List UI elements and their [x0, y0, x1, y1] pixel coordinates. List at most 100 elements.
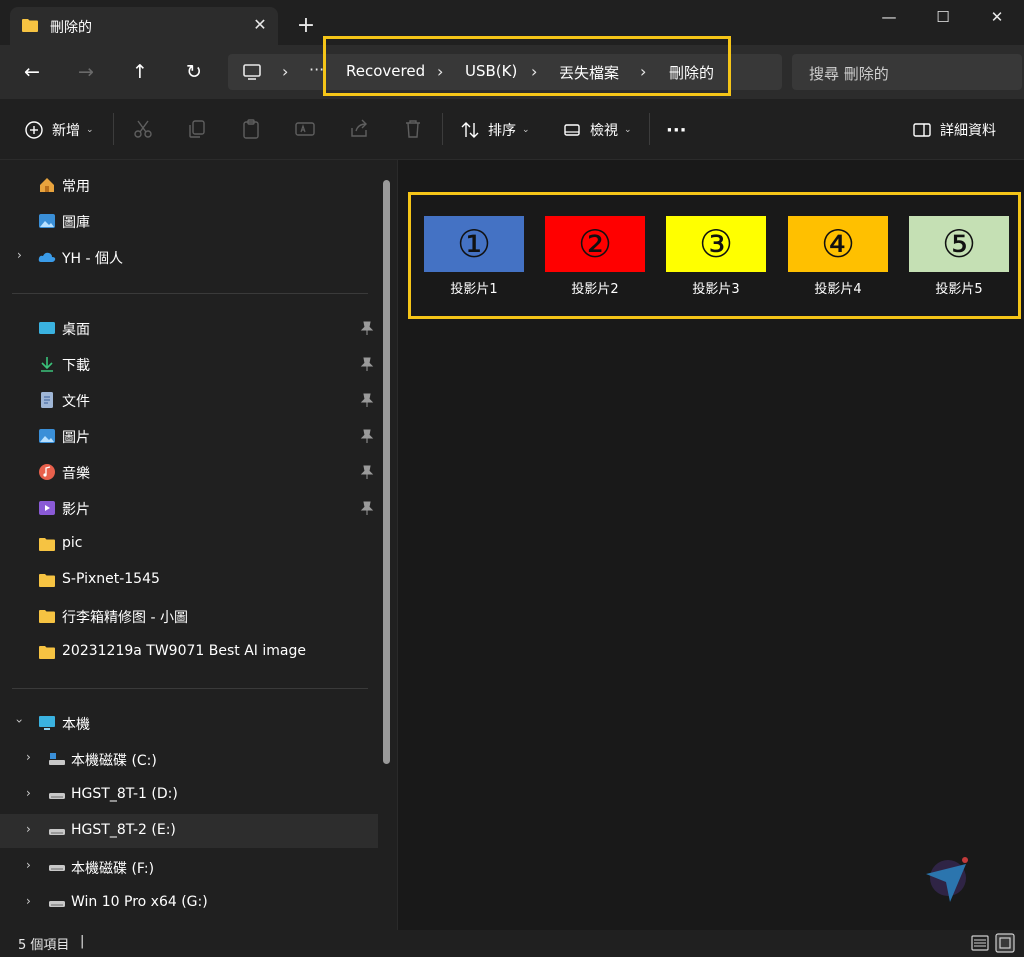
pin-icon[interactable]	[360, 464, 374, 480]
command-bar: 新增 ⌄ 排序 ⌄ 檢視 ⌄ ··· 詳細資料	[0, 99, 1024, 160]
plus-circle-icon	[25, 121, 43, 139]
sidebar-item-label: Win 10 Pro x64 (G:)	[71, 894, 208, 910]
folder-icon	[39, 538, 55, 551]
sidebar-item-this-pc[interactable]: › 本機	[0, 706, 378, 740]
sort-label: 排序	[488, 123, 516, 139]
up-button[interactable]: ↑	[127, 59, 153, 85]
maximize-button[interactable]: ☐	[916, 0, 970, 34]
back-button[interactable]: ←	[19, 59, 45, 85]
download-icon	[41, 357, 53, 372]
details-pane-button[interactable]: 詳細資料	[912, 118, 996, 142]
sidebar-item-downloads[interactable]: 下載	[0, 347, 378, 381]
gallery-icon	[39, 214, 55, 228]
sidebar-item-label: 音樂	[62, 466, 90, 482]
share-icon[interactable]	[348, 118, 370, 140]
watermark-logo	[926, 857, 968, 902]
file-item[interactable]: ⑤ 投影片5	[909, 216, 1009, 298]
sidebar-item-folder-pixnet[interactable]: S-Pixnet-1545	[0, 563, 378, 597]
pin-icon[interactable]	[360, 392, 374, 408]
sidebar-item-label: 文件	[62, 394, 90, 410]
sidebar-item-drive-f[interactable]: › 本機磁碟 (F:)	[0, 850, 378, 884]
toolbar-divider	[649, 113, 650, 145]
forward-button[interactable]: →	[73, 59, 99, 85]
pictures-icon	[39, 429, 55, 443]
sidebar-item-pictures[interactable]: 圖片	[0, 419, 378, 453]
more-options-button[interactable]: ···	[666, 118, 687, 142]
tab-close-button[interactable]: ✕	[248, 13, 272, 37]
file-item[interactable]: ② 投影片2	[545, 216, 645, 298]
drive-icon	[49, 829, 65, 835]
pin-icon[interactable]	[360, 356, 374, 372]
sort-button[interactable]: 排序 ⌄	[460, 118, 530, 142]
sidebar-item-label: HGST_8T-2 (E:)	[71, 822, 176, 838]
chevron-right-icon[interactable]: ›	[26, 786, 31, 800]
chevron-right-icon[interactable]: ›	[26, 858, 31, 872]
tab-active[interactable]: 刪除的 ✕	[10, 7, 278, 45]
sidebar-item-home[interactable]: 常用	[0, 168, 378, 202]
file-name: 投影片5	[935, 282, 983, 297]
sidebar-item-onedrive[interactable]: › YH - 個人	[0, 240, 378, 274]
chevron-down-icon: ⌄	[86, 125, 94, 135]
navigation-pane: 常用 圖庫 › YH - 個人 桌面 下載 文件 圖片 音樂 影片 pic S-…	[0, 160, 398, 930]
toolbar-divider	[113, 113, 114, 145]
pin-icon[interactable]	[360, 428, 374, 444]
large-icons-view-icon[interactable]	[995, 933, 1015, 953]
status-bar: 5 個項目 |	[0, 930, 1024, 957]
refresh-button[interactable]: ↻	[181, 59, 207, 85]
chevron-down-icon: ⌄	[522, 125, 530, 135]
chevron-right-icon[interactable]: ›	[26, 894, 31, 908]
drive-icon	[49, 901, 65, 907]
sidebar-item-label: 影片	[62, 502, 90, 518]
pin-icon[interactable]	[360, 320, 374, 336]
file-item[interactable]: ① 投影片1	[424, 216, 524, 298]
sidebar-item-label: 本機	[62, 717, 90, 733]
new-button[interactable]: 新增 ⌄	[24, 118, 94, 142]
sidebar-item-videos[interactable]: 影片	[0, 491, 378, 525]
file-name: 投影片2	[571, 282, 619, 297]
computer-icon	[39, 716, 55, 730]
videos-icon	[39, 501, 55, 515]
breadcrumb-separator: ›	[282, 62, 289, 81]
breadcrumb-highlight-box	[323, 36, 731, 96]
sidebar-scrollbar[interactable]	[383, 180, 390, 764]
sidebar-item-drive-d[interactable]: › HGST_8T-1 (D:)	[0, 778, 378, 812]
folder-icon	[39, 574, 55, 587]
file-thumbnail: ①	[424, 216, 524, 272]
drive-icon	[49, 793, 65, 799]
new-tab-button[interactable]: +	[292, 12, 320, 40]
sidebar-item-desktop[interactable]: 桌面	[0, 311, 378, 345]
chevron-down-icon[interactable]: ›	[12, 719, 26, 724]
onedrive-icon	[38, 252, 56, 262]
paste-icon[interactable]	[240, 118, 262, 140]
sidebar-item-label: 桌面	[62, 322, 90, 338]
minimize-button[interactable]: —	[862, 0, 916, 34]
chevron-right-icon[interactable]: ›	[26, 750, 31, 764]
sidebar-item-drive-c[interactable]: › 本機磁碟 (C:)	[0, 742, 378, 776]
close-window-button[interactable]: ✕	[970, 0, 1024, 34]
file-item[interactable]: ③ 投影片3	[666, 216, 766, 298]
search-box[interactable]: 搜尋 刪除的	[792, 54, 1022, 90]
view-button[interactable]: 檢視 ⌄	[562, 118, 632, 142]
sidebar-item-drive-e[interactable]: › HGST_8T-2 (E:)	[0, 814, 378, 848]
rename-icon[interactable]	[294, 118, 316, 140]
file-item[interactable]: ④ 投影片4	[788, 216, 888, 298]
chevron-right-icon[interactable]: ›	[17, 248, 22, 262]
details-view-icon[interactable]	[970, 933, 990, 953]
sidebar-item-music[interactable]: 音樂	[0, 455, 378, 489]
sidebar-item-folder-luggage[interactable]: 行李箱精修图 - 小圖	[0, 599, 378, 633]
copy-icon[interactable]	[186, 118, 208, 140]
sidebar-item-folder-pic[interactable]: pic	[0, 527, 378, 561]
sidebar-item-gallery[interactable]: 圖庫	[0, 204, 378, 238]
chevron-right-icon[interactable]: ›	[26, 822, 31, 836]
item-count: 5 個項目	[18, 938, 70, 953]
breadcrumb-more[interactable]: ···	[309, 60, 324, 79]
pin-icon[interactable]	[360, 500, 374, 516]
sidebar-item-documents[interactable]: 文件	[0, 383, 378, 417]
sidebar-item-folder-ai-image[interactable]: 20231219a TW9071 Best AI image	[0, 635, 378, 669]
sidebar-item-drive-g[interactable]: › Win 10 Pro x64 (G:)	[0, 886, 378, 920]
delete-icon[interactable]	[402, 118, 424, 140]
cut-icon[interactable]	[132, 118, 154, 140]
view-label: 檢視	[590, 123, 618, 139]
sidebar-item-label: S-Pixnet-1545	[62, 571, 160, 587]
drive-icon	[49, 865, 65, 871]
